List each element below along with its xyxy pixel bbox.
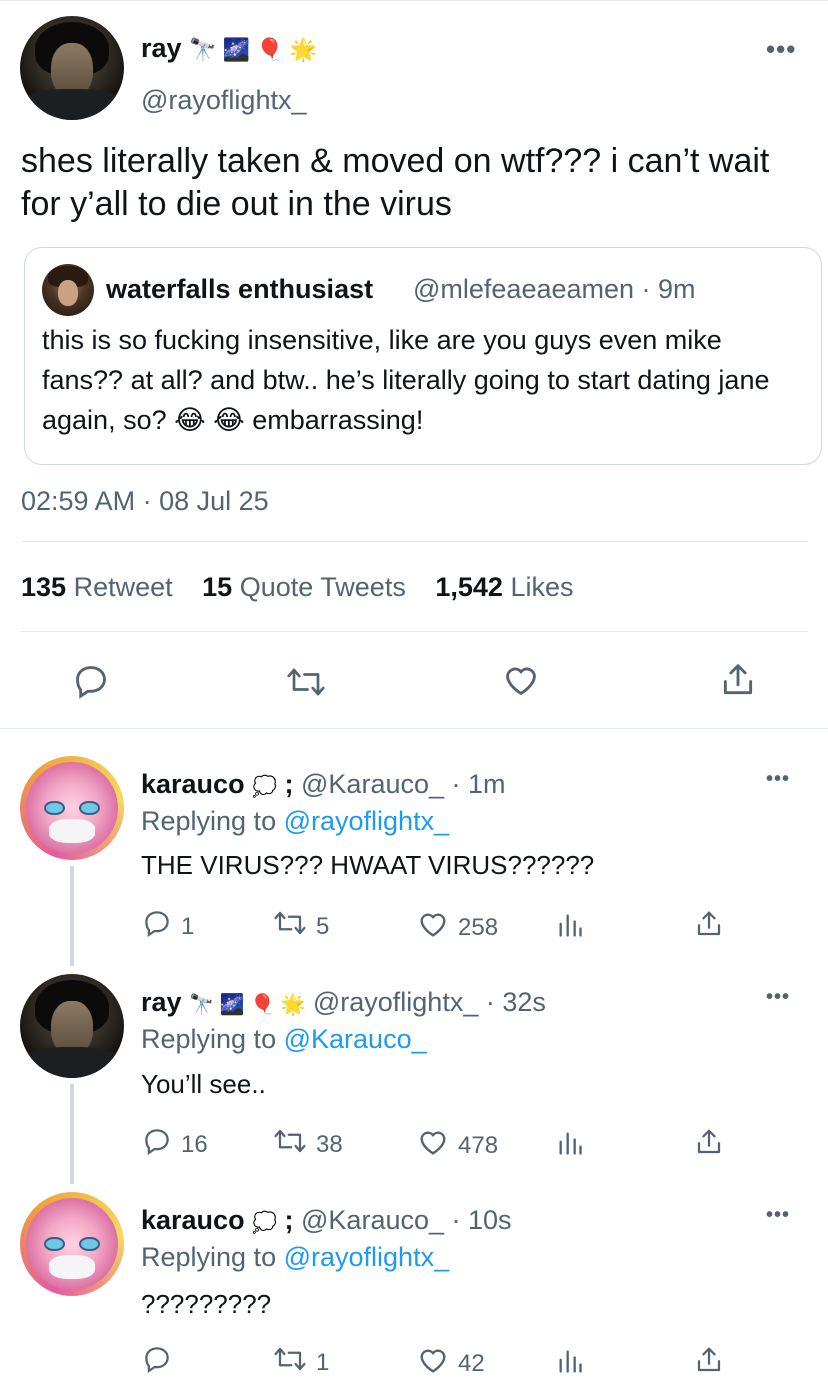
reply-avatar[interactable] xyxy=(20,974,124,1078)
retweet-icon xyxy=(272,1344,308,1381)
reply-text: ????????? xyxy=(141,1289,272,1319)
retweet-icon xyxy=(272,908,308,945)
reply-icon[interactable] xyxy=(71,662,111,700)
like-button[interactable]: 42 xyxy=(416,1344,485,1381)
likes-stat[interactable]: 1,542 Likes xyxy=(435,572,573,602)
thought-bubble-icon: 💭 xyxy=(252,1212,277,1234)
reply-header[interactable]: karauco 💭 ; @Karauco_ · 10s xyxy=(141,1205,512,1236)
author-handle[interactable]: @rayoflightx_ xyxy=(141,85,306,116)
retweet-icon[interactable] xyxy=(284,664,328,700)
reply-avatar[interactable] xyxy=(20,756,124,860)
replying-to-link[interactable]: @rayoflightx_ xyxy=(284,1242,449,1272)
name-emojis: 🔭 🌌 🎈 🌟 xyxy=(189,37,317,62)
divider xyxy=(0,728,828,729)
reply-button[interactable]: 16 xyxy=(141,1126,208,1163)
retweet-button[interactable]: 38 xyxy=(272,1126,343,1163)
analytics-icon[interactable] xyxy=(556,1346,584,1376)
more-options-icon[interactable]: ••• xyxy=(766,34,796,65)
reply-icon xyxy=(141,1344,173,1381)
tweet-timestamp[interactable]: 02:59 AM · 08 Jul 25 xyxy=(21,486,269,517)
quoted-author-name: waterfalls enthusiast xyxy=(106,274,374,304)
divider xyxy=(21,631,808,632)
retweet-button[interactable]: 5 xyxy=(272,908,329,945)
analytics-icon[interactable] xyxy=(556,1128,584,1158)
like-icon xyxy=(416,908,450,947)
reply-header[interactable]: karauco 💭 ; @Karauco_ · 1m xyxy=(141,769,506,800)
share-icon[interactable] xyxy=(694,1344,724,1376)
like-icon xyxy=(416,1344,450,1381)
replying-to: Replying to @rayoflightx_ xyxy=(141,806,450,836)
share-icon[interactable] xyxy=(694,1126,724,1158)
more-options-icon[interactable]: ••• xyxy=(766,1204,790,1227)
like-icon xyxy=(416,1126,450,1165)
name-emojis: 🔭 🌌 🎈 🌟 xyxy=(189,994,306,1016)
thought-bubble-icon: 💭 xyxy=(252,776,277,798)
quoted-avatar xyxy=(42,264,94,316)
more-options-icon[interactable]: ••• xyxy=(766,986,790,1009)
reply-header[interactable]: ray 🔭 🌌 🎈 🌟 @rayoflightx_ · 32s xyxy=(141,987,546,1018)
replying-to-link[interactable]: @Karauco_ xyxy=(284,1024,427,1054)
reply-icon xyxy=(141,1126,173,1163)
author-name[interactable]: ray 🔭 🌌 🎈 🌟 xyxy=(141,33,317,64)
share-icon[interactable] xyxy=(694,908,724,940)
reply-avatar[interactable] xyxy=(20,1192,124,1296)
laugh-emojis: 😂 😂 xyxy=(174,405,245,435)
thread-line xyxy=(70,1084,74,1184)
like-button[interactable]: 258 xyxy=(416,908,498,947)
reply-button[interactable]: 1 xyxy=(141,908,194,945)
like-icon[interactable] xyxy=(501,661,541,699)
share-icon[interactable] xyxy=(719,660,757,700)
quoted-handle-time: @mlefeaeaeamen · 9m xyxy=(413,274,696,304)
reply-button[interactable] xyxy=(141,1344,181,1381)
retweets-stat[interactable]: 135 Retweet xyxy=(21,572,173,602)
replying-to-link[interactable]: @rayoflightx_ xyxy=(284,806,449,836)
top-divider xyxy=(0,0,828,1)
thread-line xyxy=(70,866,74,966)
like-button[interactable]: 478 xyxy=(416,1126,498,1165)
more-options-icon[interactable]: ••• xyxy=(766,768,790,791)
retweet-button[interactable]: 1 xyxy=(272,1344,329,1381)
avatar[interactable] xyxy=(20,16,124,120)
reply-icon xyxy=(141,908,173,945)
quote-tweets-stat[interactable]: 15 Quote Tweets xyxy=(202,572,406,602)
tweet-text: shes literally taken & moved on wtf??? i… xyxy=(21,142,770,223)
replying-to: Replying to @Karauco_ xyxy=(141,1024,427,1054)
analytics-icon[interactable] xyxy=(556,910,584,940)
quoted-text: this is so fucking insensitive, like are… xyxy=(42,325,770,435)
divider xyxy=(21,541,808,542)
replying-to: Replying to @rayoflightx_ xyxy=(141,1242,450,1272)
reply-text: THE VIRUS??? HWAAT VIRUS?????? xyxy=(141,850,595,880)
reply-text: You’ll see.. xyxy=(141,1069,266,1099)
retweet-icon xyxy=(272,1126,308,1163)
engagement-stats: 135 Retweet 15 Quote Tweets 1,542 Likes xyxy=(21,572,573,603)
